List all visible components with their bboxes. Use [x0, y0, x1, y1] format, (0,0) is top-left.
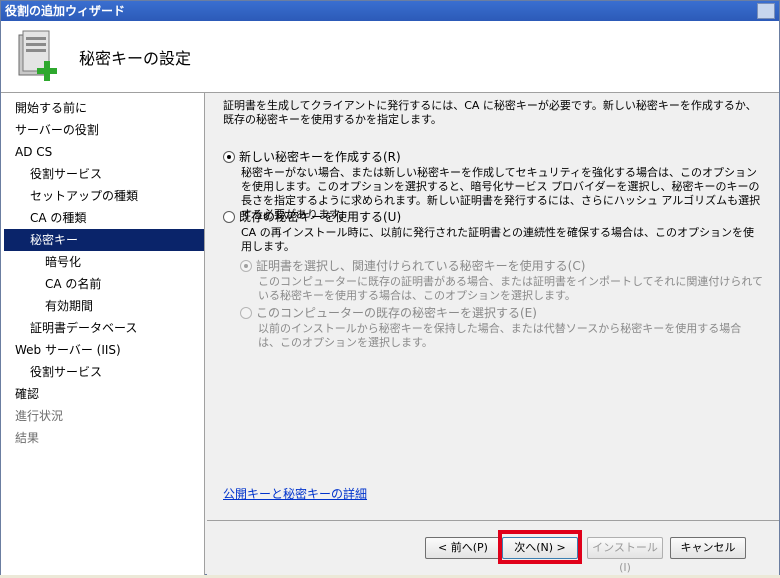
sidebar-item[interactable]: セットアップの種類	[1, 185, 204, 207]
cancel-button[interactable]: キャンセル	[670, 537, 746, 559]
option-description: CA の再インストール時に、以前に発行された証明書との連続性を確保する場合は、こ…	[241, 226, 755, 253]
option-label: 新しい秘密キーを作成する(R)	[239, 150, 401, 164]
sidebar-item[interactable]: 役割サービス	[1, 163, 204, 185]
page-title: 秘密キーの設定	[79, 49, 192, 68]
radio-existing-key[interactable]	[223, 211, 235, 223]
sidebar-item[interactable]: AD CS	[1, 141, 204, 163]
sidebar-item[interactable]: CA の種類	[1, 207, 204, 229]
option-description: 以前のインストールから秘密キーを保持した場合、または代替ソースから秘密キーを使用…	[258, 322, 742, 349]
sidebar-item[interactable]: 有効期間	[1, 295, 204, 317]
option-label: このコンピューターの既存の秘密キーを選択する(E)	[256, 306, 537, 320]
option-label: 証明書を選択し、関連付けられている秘密キーを使用する(C)	[256, 259, 586, 273]
window-title: 役割の追加ウィザード	[5, 4, 126, 18]
sidebar-item: 進行状況	[15, 409, 64, 423]
radio-select-existing-key	[240, 307, 252, 319]
server-role-add-icon	[18, 30, 57, 81]
sidebar-item[interactable]: 秘密キー	[4, 229, 204, 251]
sidebar-item: 結果	[15, 431, 40, 445]
option-existing-key[interactable]: 既存の秘密キーを使用する(U) CA の再インストール時に、以前に発行された証明…	[223, 210, 763, 254]
radio-new-key[interactable]	[223, 151, 235, 163]
next-button[interactable]: 次へ(N) >	[502, 537, 578, 559]
button-bar: < 前へ(P) 次へ(N) > インストール(I) キャンセル	[207, 520, 779, 575]
option-select-existing-key: このコンピューターの既存の秘密キーを選択する(E) 以前のインストールから秘密キ…	[240, 306, 763, 350]
sidebar-item[interactable]: 役割サービス	[1, 361, 204, 383]
option-label: 既存の秘密キーを使用する(U)	[239, 210, 402, 224]
intro-text: 証明書を生成してクライアントに発行するには、CA に秘密キーが必要です。新しい秘…	[223, 99, 757, 126]
header-banner: 秘密キーの設定	[1, 21, 779, 93]
sidebar-item[interactable]: サーバーの役割	[1, 119, 204, 141]
sidebar-item[interactable]: Web サーバー (IIS)	[1, 339, 204, 361]
sidebar-item[interactable]: 暗号化	[1, 251, 204, 273]
wizard-window: 役割の追加ウィザード 秘密キーの設定 開始する前に サーバーの役割 AD CS 役割サ…	[0, 0, 780, 575]
sidebar-item[interactable]: 確認	[1, 383, 204, 405]
close-button[interactable]	[757, 3, 775, 19]
sidebar-item[interactable]: CA の名前	[1, 273, 204, 295]
sidebar-item[interactable]: 開始する前に	[1, 97, 204, 119]
main-content: 証明書を生成してクライアントに発行するには、CA に秘密キーが必要です。新しい秘…	[207, 93, 779, 520]
back-button[interactable]: < 前へ(P)	[425, 537, 501, 559]
key-details-link[interactable]: 公開キーと秘密キーの詳細	[223, 485, 367, 502]
option-select-certificate: 証明書を選択し、関連付けられている秘密キーを使用する(C) このコンピューターに…	[240, 259, 763, 303]
sidebar-item[interactable]: 証明書データベース	[1, 317, 204, 339]
option-description: このコンピューターに既存の証明書がある場合、または証明書をインポートしてそれに関…	[258, 275, 764, 302]
title-bar: 役割の追加ウィザード	[1, 1, 779, 21]
radio-select-certificate	[240, 260, 252, 272]
wizard-step-list: 開始する前に サーバーの役割 AD CS 役割サービス セットアップの種類 CA の種類秘…	[1, 93, 205, 575]
install-button: インストール(I)	[587, 537, 663, 574]
